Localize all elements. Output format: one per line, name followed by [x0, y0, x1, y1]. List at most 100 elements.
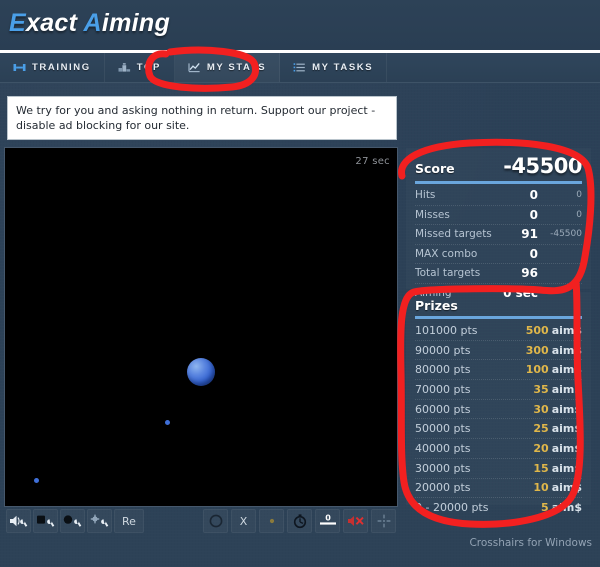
mute-button[interactable]: [343, 509, 368, 533]
score-row: Misses 0 0: [415, 206, 582, 225]
logo-text-iming: iming: [101, 9, 171, 37]
prize-row-amount: 35: [533, 382, 549, 396]
score-row-label: Hits: [415, 189, 436, 202]
score-panel-header: Score -45500: [415, 154, 582, 181]
task-list-icon: [293, 61, 306, 74]
prize-row-amount: 5: [541, 501, 549, 515]
tab-my-stats-label: MY STATS: [206, 62, 267, 73]
score-panel-divider: [415, 181, 582, 184]
prize-row-currency: aim$: [551, 363, 582, 377]
prize-row: 20000 pts 10 aim$: [415, 479, 582, 499]
prize-row-currency: aim$: [551, 461, 582, 475]
tab-top[interactable]: TOP: [105, 53, 175, 82]
prize-row: 90000 pts 300 aim$: [415, 341, 582, 361]
score-row-label: Total targets: [415, 267, 481, 280]
score-row-points: 0: [576, 209, 582, 220]
game-stage[interactable]: 27 sec: [4, 147, 398, 507]
score-counter[interactable]: 0: [315, 509, 340, 533]
prize-row-amount: 20: [533, 441, 549, 455]
prize-row-currency: aim$: [551, 382, 582, 396]
close-target-label: X: [239, 514, 248, 528]
tab-training[interactable]: TRAINING: [0, 53, 105, 82]
score-row-points: 0: [576, 190, 582, 201]
crosshairs-credit: Crosshairs for Windows: [469, 537, 592, 549]
prize-rows: 101000 pts 500 aim$ 90000 pts 300 aim$ 80000 p…: [415, 321, 582, 517]
main-nav: TRAINING TOP MY STATS MY TASKS: [0, 53, 600, 83]
prize-row-threshold: 30000 pts: [415, 461, 471, 475]
score-panel: Score -45500 Hits 0 0 Misses 0 0 Missed target…: [406, 148, 591, 300]
prizes-panel-header: Prizes: [415, 298, 582, 316]
prize-row: 80000 pts 100 aim$: [415, 360, 582, 381]
prize-row-currency: aim$: [551, 481, 582, 495]
prize-row-currency: aim$: [551, 343, 582, 357]
prize-row-amount: 15: [533, 461, 549, 475]
prize-row-threshold: 90000 pts: [415, 343, 471, 357]
prize-row-currency: aim$: [551, 441, 582, 455]
target-ball[interactable]: [187, 358, 215, 386]
tab-my-tasks-label: MY TASKS: [312, 62, 374, 73]
logo-text-xact: xact: [25, 9, 84, 37]
background-settings-button[interactable]: [33, 509, 58, 533]
prize-row-amount: 30: [533, 402, 549, 416]
reset-button-label: Re: [122, 514, 136, 528]
stage-timer: 27 sec: [355, 156, 390, 167]
logo-accent-a: A: [83, 9, 102, 37]
target-ball[interactable]: [34, 478, 39, 483]
podium-icon: [118, 61, 131, 74]
reset-button[interactable]: Re: [114, 509, 144, 533]
prize-row: 0 - 20000 pts 5 aim$: [415, 498, 582, 517]
prize-row: 101000 pts 500 aim$: [415, 321, 582, 341]
prize-row-amount: 500: [525, 323, 549, 337]
prize-row-currency: aim$: [551, 422, 582, 436]
score-row-value: 0: [529, 246, 538, 261]
score-row: Missed targets 91 -45500: [415, 225, 582, 245]
prizes-panel-divider: [415, 316, 582, 319]
target-shape-button[interactable]: [203, 509, 228, 533]
app-root: Exact Aiming TRAINING TOP MY STATS MY TA…: [0, 0, 600, 567]
crosshair-button[interactable]: [371, 509, 396, 533]
prize-row-currency: aim$: [551, 323, 582, 337]
score-row-value: 0: [529, 207, 538, 222]
prizes-panel-title: Prizes: [415, 298, 458, 313]
prize-row-amount: 25: [533, 422, 549, 436]
site-logo[interactable]: Exact Aiming: [9, 9, 170, 38]
score-panel-title: Score: [415, 161, 455, 176]
close-target-button[interactable]: X: [231, 509, 256, 533]
score-rows: Hits 0 0 Misses 0 0 Missed targets 91 -45500 MAX …: [415, 186, 582, 302]
target-ball[interactable]: [165, 420, 170, 425]
ad-block-notice-text: We try for you and asking nothing in ret…: [16, 104, 376, 132]
score-row-value: 91: [521, 227, 538, 242]
tab-top-label: TOP: [136, 62, 161, 73]
score-total-value: -45500: [503, 154, 582, 178]
score-row-label: MAX combo: [415, 247, 478, 260]
prize-row: 60000 pts 30 aim$: [415, 400, 582, 420]
logo-accent-e: E: [9, 9, 26, 37]
site-header: Exact Aiming: [0, 0, 600, 53]
prize-row-threshold: 70000 pts: [415, 382, 471, 396]
score-row: Total targets 96: [415, 264, 582, 284]
prize-row-threshold: 20000 pts: [415, 481, 471, 495]
prize-row-currency: aim$: [551, 501, 582, 515]
prize-row-currency: aim$: [551, 402, 582, 416]
prize-row-threshold: 60000 pts: [415, 402, 471, 416]
prize-row-threshold: 101000 pts: [415, 323, 478, 337]
tab-my-tasks[interactable]: MY TASKS: [280, 53, 388, 82]
prizes-panel: Prizes 101000 pts 500 aim$ 90000 pts 300 aim$…: [406, 292, 591, 514]
timer-button[interactable]: [287, 509, 312, 533]
small-target-button[interactable]: [259, 509, 284, 533]
tab-my-stats[interactable]: MY STATS: [174, 53, 281, 82]
toolbar-right-group: X 0: [203, 509, 396, 533]
toolbar-left-group: Re: [6, 509, 144, 533]
sound-settings-button[interactable]: [6, 509, 31, 533]
prize-row: 30000 pts 15 aim$: [415, 459, 582, 479]
prize-row-amount: 100: [525, 363, 549, 377]
score-row: MAX combo 0: [415, 245, 582, 264]
crosshair-settings-button[interactable]: [87, 509, 112, 533]
svg-text:0: 0: [325, 514, 331, 523]
score-row-label: Misses: [415, 208, 450, 221]
tab-training-label: TRAINING: [32, 62, 91, 73]
target-settings-button[interactable]: [60, 509, 85, 533]
prize-row: 70000 pts 35 aim$: [415, 380, 582, 400]
prize-row: 40000 pts 20 aim$: [415, 439, 582, 459]
score-row: Hits 0 0: [415, 186, 582, 206]
